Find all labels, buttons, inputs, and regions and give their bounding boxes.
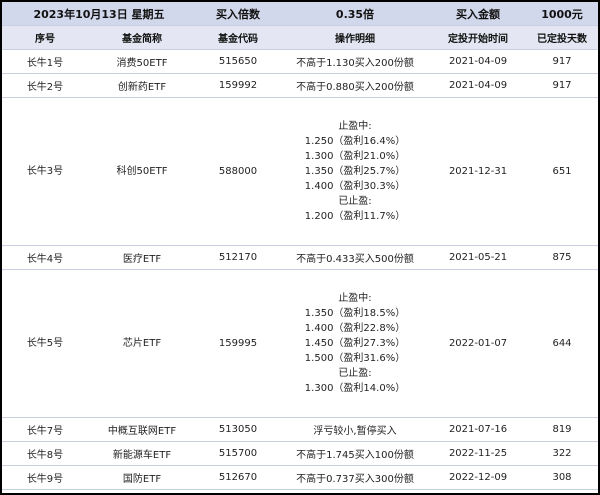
detail-line: 1.300（盈利21.0%） [304,151,406,162]
col-header-id: 序号 [2,25,88,50]
cell-days: 644 [526,269,598,418]
cell-days: 651 [526,97,598,246]
detail-line: 1.350（盈利18.5%） [304,308,406,319]
col-header-start: 定投开始时间 [430,25,526,50]
cell-detail: 不高于0.880买入200份额 [280,73,430,98]
banner-amount-value: 1000元 [526,2,598,26]
cell-name: 新能源车ETF [88,441,196,466]
detail-line: 不高于0.737买入300份额 [296,474,414,485]
detail-line: 1.250（盈利16.4%） [304,136,406,147]
detail-line: 1.400（盈利30.3%） [304,181,406,192]
detail-line: 不高于0.880买入200份额 [296,82,414,93]
cell-days: 875 [526,245,598,270]
banner-multiple-value: 0.35倍 [280,2,430,26]
cell-detail: 不高于0.737买入300份额 [280,465,430,490]
banner-amount-label: 买入金额 [430,2,526,26]
cell-start: 2021-07-16 [430,417,526,442]
cell-detail: 止盈中: 1.350（盈利18.5%） 1.400（盈利22.8%） 1.450（盈利… [280,269,430,418]
cell-name: 国防ETF [88,465,196,490]
banner-multiple-label: 买入倍数 [196,2,280,26]
detail-line: 1.300（盈利14.0%） [304,383,406,394]
cell-detail: 止盈中: 1.250（盈利16.4%） 1.300（盈利21.0%） 1.350（盈利… [280,97,430,246]
cell-start: 2022-11-25 [430,441,526,466]
table-row: 长牛4号 医疗ETF 512170 不高于0.433买入500份额 2021-05-21… [2,245,598,270]
cell-id: 长牛3号 [2,97,88,246]
detail-line: 不高于1.745买入100份额 [296,450,414,461]
cell-days: 917 [526,49,598,74]
cell-code: 515650 [196,49,280,74]
cell-days: 819 [526,417,598,442]
detail-line: 浮亏较小,暂停买入 [313,426,397,437]
cell-detail: 浮亏较小,暂停买入 [280,417,430,442]
cell-id: 长牛8号 [2,441,88,466]
detail-line: 1.350（盈利25.7%） [304,166,406,177]
cell-code: 159995 [196,269,280,418]
cell-name: 医疗ETF [88,245,196,270]
cell-code: 588000 [196,97,280,246]
table-row: 长牛9号 国防ETF 512670 不高于0.737买入300份额 2022-12-09… [2,465,598,490]
cell-code: 512670 [196,465,280,490]
detail-line: 1.500（盈利31.6%） [304,353,406,364]
cell-days: 308 [526,465,598,490]
detail-line: 1.400（盈利22.8%） [304,323,406,334]
detail-line: 止盈中: [338,121,372,132]
fund-plan-table: 2023年10月13日 星期五 买入倍数 0.35倍 买入金额 1000元 序号… [2,2,598,490]
cell-detail: 不高于0.433买入500份额 [280,245,430,270]
cell-id: 长牛5号 [2,269,88,418]
cell-name: 消费50ETF [88,49,196,74]
cell-code: 512170 [196,245,280,270]
cell-start: 2022-01-07 [430,269,526,418]
cell-id: 长牛9号 [2,465,88,490]
detail-line: 已止盈: [338,368,372,379]
cell-start: 2022-12-09 [430,465,526,490]
cell-id: 长牛2号 [2,73,88,98]
cell-detail: 不高于1.745买入100份额 [280,441,430,466]
cell-id: 长牛7号 [2,417,88,442]
header-row: 序号 基金简称 基金代码 操作明细 定投开始时间 已定投天数 [2,25,598,50]
table-row: 长牛3号 科创50ETF 588000 止盈中: 1.250（盈利16.4%） 1.300… [2,97,598,246]
table-row: 长牛2号 创新药ETF 159992 不高于0.880买入200份额 2021-04-0… [2,73,598,98]
detail-line: 1.200（盈利11.7%） [304,211,406,222]
cell-days: 322 [526,441,598,466]
cell-start: 2021-05-21 [430,245,526,270]
table-row: 长牛7号 中概互联网ETF 513050 浮亏较小,暂停买入 2021-07-16 819 [2,417,598,442]
col-header-detail: 操作明细 [280,25,430,50]
cell-code: 515700 [196,441,280,466]
detail-line: 不高于0.433买入500份额 [296,254,414,265]
col-header-code: 基金代码 [196,25,280,50]
table-row: 长牛5号 芯片ETF 159995 止盈中: 1.350（盈利18.5%） 1.400（盈… [2,269,598,418]
table-row: 长牛1号 消费50ETF 515650 不高于1.130买入200份额 2021-04-… [2,49,598,74]
cell-detail: 不高于1.130买入200份额 [280,49,430,74]
col-header-days: 已定投天数 [526,25,598,50]
cell-start: 2021-04-09 [430,73,526,98]
table-body: 2023年10月13日 星期五 买入倍数 0.35倍 买入金额 1000元 序号… [2,2,598,490]
cell-start: 2021-12-31 [430,97,526,246]
banner-date: 2023年10月13日 星期五 [2,2,196,26]
cell-code: 513050 [196,417,280,442]
cell-name: 科创50ETF [88,97,196,246]
table-row: 长牛8号 新能源车ETF 515700 不高于1.745买入100份额 2022-11-… [2,441,598,466]
detail-line: 已止盈: [338,196,372,207]
detail-line: 1.450（盈利27.3%） [304,338,406,349]
cell-days: 917 [526,73,598,98]
banner-row: 2023年10月13日 星期五 买入倍数 0.35倍 买入金额 1000元 [2,2,598,26]
cell-id: 长牛1号 [2,49,88,74]
detail-line: 止盈中: [338,293,372,304]
cell-start: 2021-04-09 [430,49,526,74]
detail-line: 不高于1.130买入200份额 [296,58,414,69]
cell-name: 创新药ETF [88,73,196,98]
fund-table-frame: 2023年10月13日 星期五 买入倍数 0.35倍 买入金额 1000元 序号… [0,0,600,495]
col-header-name: 基金简称 [88,25,196,50]
cell-id: 长牛4号 [2,245,88,270]
cell-code: 159992 [196,73,280,98]
cell-name: 中概互联网ETF [88,417,196,442]
cell-name: 芯片ETF [88,269,196,418]
